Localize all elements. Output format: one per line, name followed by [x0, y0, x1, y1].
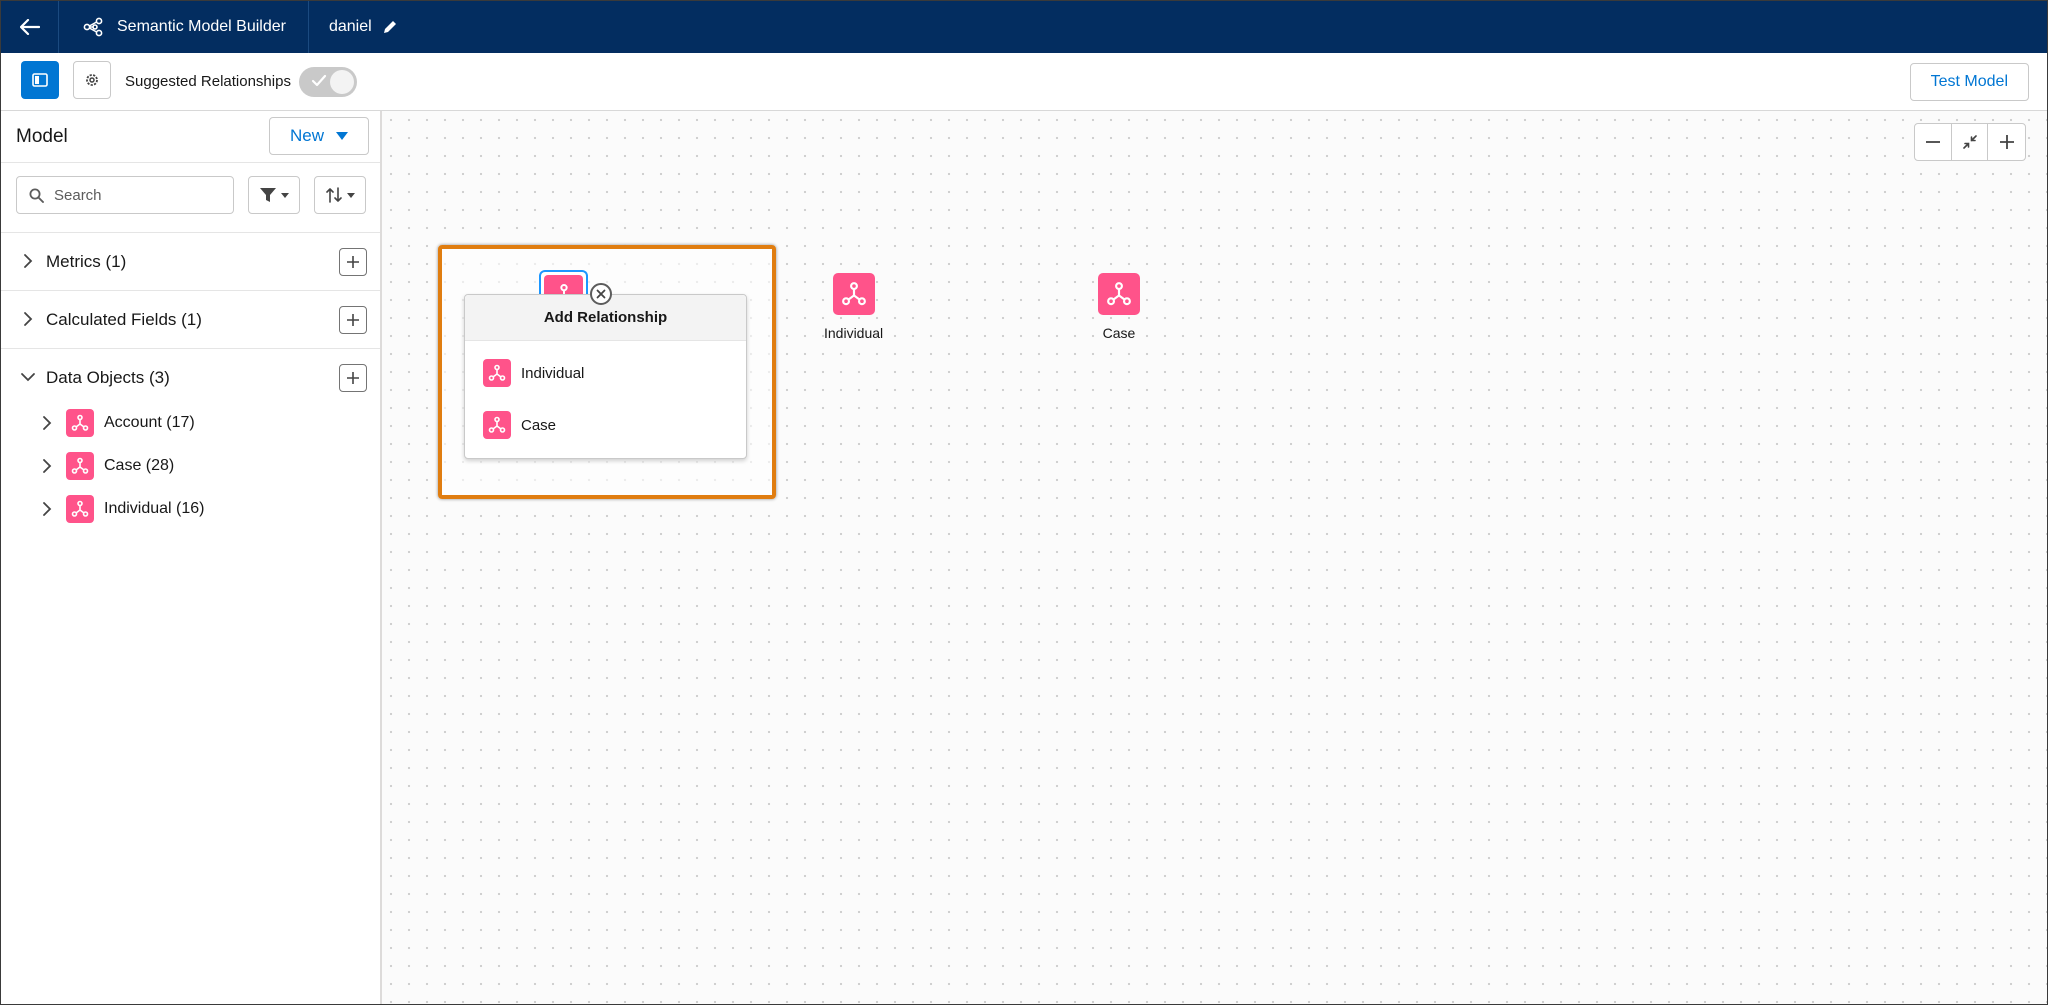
data-object-glyph-icon — [71, 500, 89, 517]
app-title: Semantic Model Builder — [117, 18, 286, 35]
chevron-right-icon[interactable] — [23, 311, 33, 327]
data-object-glyph-icon — [1107, 282, 1131, 306]
settings-button[interactable] — [73, 61, 111, 99]
top-navigation-bar: Semantic Model Builder daniel — [1, 1, 2047, 53]
caret-down-icon — [280, 192, 289, 198]
data-object-individual[interactable]: Individual (16) — [1, 489, 380, 529]
relationship-option-label: Case — [521, 416, 557, 434]
new-button[interactable]: New — [269, 117, 369, 155]
model-name-area: daniel — [309, 18, 398, 36]
data-object-icon — [66, 452, 94, 480]
model-sidebar: Model New Search Metrics (1) Calculated … — [1, 111, 382, 1004]
metrics-section: Metrics (1) — [1, 233, 380, 291]
data-object-icon — [832, 273, 875, 315]
toggle-panel-button[interactable] — [21, 61, 59, 99]
metrics-section-label[interactable]: Metrics (1) — [46, 252, 126, 272]
contract-icon — [1962, 135, 1977, 149]
data-object-label: Case (28) — [104, 457, 175, 474]
data-objects-section: Data Objects (3) — [1, 349, 380, 407]
chevron-right-icon[interactable] — [42, 416, 52, 430]
sort-button[interactable] — [314, 176, 366, 214]
data-object-icon — [483, 359, 511, 387]
model-name: daniel — [328, 18, 372, 35]
panel-left-icon — [32, 73, 48, 87]
data-object-glyph-icon — [488, 416, 506, 433]
data-object-glyph-icon — [71, 414, 89, 431]
node-label: Case — [1102, 325, 1136, 341]
toggle-knob — [330, 70, 354, 94]
plus-icon — [1999, 135, 2014, 149]
filter-icon — [259, 188, 276, 202]
plus-icon — [347, 256, 359, 268]
search-icon — [29, 188, 44, 203]
toolbar: Suggested Relationships Test Model — [1, 53, 2047, 111]
suggested-relationships-toggle[interactable] — [299, 67, 357, 97]
search-input[interactable] — [54, 186, 224, 204]
test-model-button[interactable]: Test Model — [1909, 63, 2029, 101]
relationship-option-label: Individual — [521, 364, 585, 382]
data-object-icon — [66, 409, 94, 437]
suggested-relationships-label: Suggested Relationships — [125, 73, 291, 90]
add-data-object-button[interactable] — [339, 364, 367, 392]
new-button-label: New — [289, 126, 324, 145]
zoom-controls — [1914, 123, 2026, 161]
semantic-model-icon — [83, 17, 103, 37]
data-objects-section-label[interactable]: Data Objects (3) — [46, 368, 170, 388]
pencil-icon — [383, 21, 396, 33]
caret-down-icon — [336, 132, 348, 140]
close-popover-button[interactable] — [590, 283, 612, 305]
plus-icon — [347, 372, 359, 384]
relationship-option-individual[interactable]: Individual — [483, 359, 584, 387]
arrow-left-icon — [19, 19, 40, 35]
check-icon — [311, 74, 327, 87]
filter-button[interactable] — [248, 176, 300, 214]
add-calculated-field-button[interactable] — [339, 306, 367, 334]
calculated-fields-section: Calculated Fields (1) — [1, 291, 380, 349]
gear-icon — [86, 74, 98, 86]
data-object-glyph-icon — [488, 364, 506, 381]
chevron-right-icon[interactable] — [23, 253, 33, 269]
close-icon — [596, 289, 606, 299]
relationship-option-case[interactable]: Case — [483, 411, 556, 439]
fit-to-screen-button[interactable] — [1952, 124, 1989, 160]
model-canvas[interactable]: Individual Case Add Relationship Individ… — [382, 111, 2047, 1004]
chevron-right-icon[interactable] — [42, 459, 52, 473]
app-window: Semantic Model Builder daniel Suggested … — [0, 0, 2048, 1005]
canvas-node-individual[interactable]: Individual — [824, 273, 883, 341]
sidebar-header: Model New — [1, 111, 380, 163]
data-object-label: Account (17) — [104, 414, 195, 431]
calculated-fields-section-label[interactable]: Calculated Fields (1) — [46, 310, 202, 330]
node-label: Individual — [824, 325, 884, 341]
data-object-account[interactable]: Account (17) — [1, 403, 380, 443]
data-object-icon — [66, 495, 94, 523]
data-object-glyph-icon — [71, 457, 89, 474]
minus-icon — [1925, 141, 1940, 143]
data-object-icon — [1098, 273, 1140, 315]
chevron-down-icon[interactable] — [20, 372, 36, 382]
add-relationship-popover: Add Relationship Individual Case — [464, 294, 747, 459]
back-button[interactable] — [1, 1, 59, 53]
data-object-icon — [483, 411, 511, 439]
chevron-right-icon[interactable] — [42, 502, 52, 516]
add-metric-button[interactable] — [339, 248, 367, 276]
search-box[interactable] — [16, 176, 234, 214]
search-row — [1, 163, 380, 233]
plus-icon — [347, 314, 359, 326]
app-title-area: Semantic Model Builder — [59, 1, 309, 53]
zoom-in-button[interactable] — [1988, 124, 2025, 160]
sidebar-title: Model — [16, 126, 68, 147]
caret-down-icon — [346, 192, 355, 198]
data-object-case[interactable]: Case (28) — [1, 446, 380, 486]
data-object-glyph-icon — [841, 282, 866, 306]
canvas-node-case[interactable]: Case — [1098, 273, 1140, 341]
zoom-out-button[interactable] — [1915, 124, 1952, 160]
edit-name-button[interactable] — [382, 19, 398, 35]
sort-icon — [325, 187, 342, 203]
data-object-label: Individual (16) — [104, 500, 205, 517]
